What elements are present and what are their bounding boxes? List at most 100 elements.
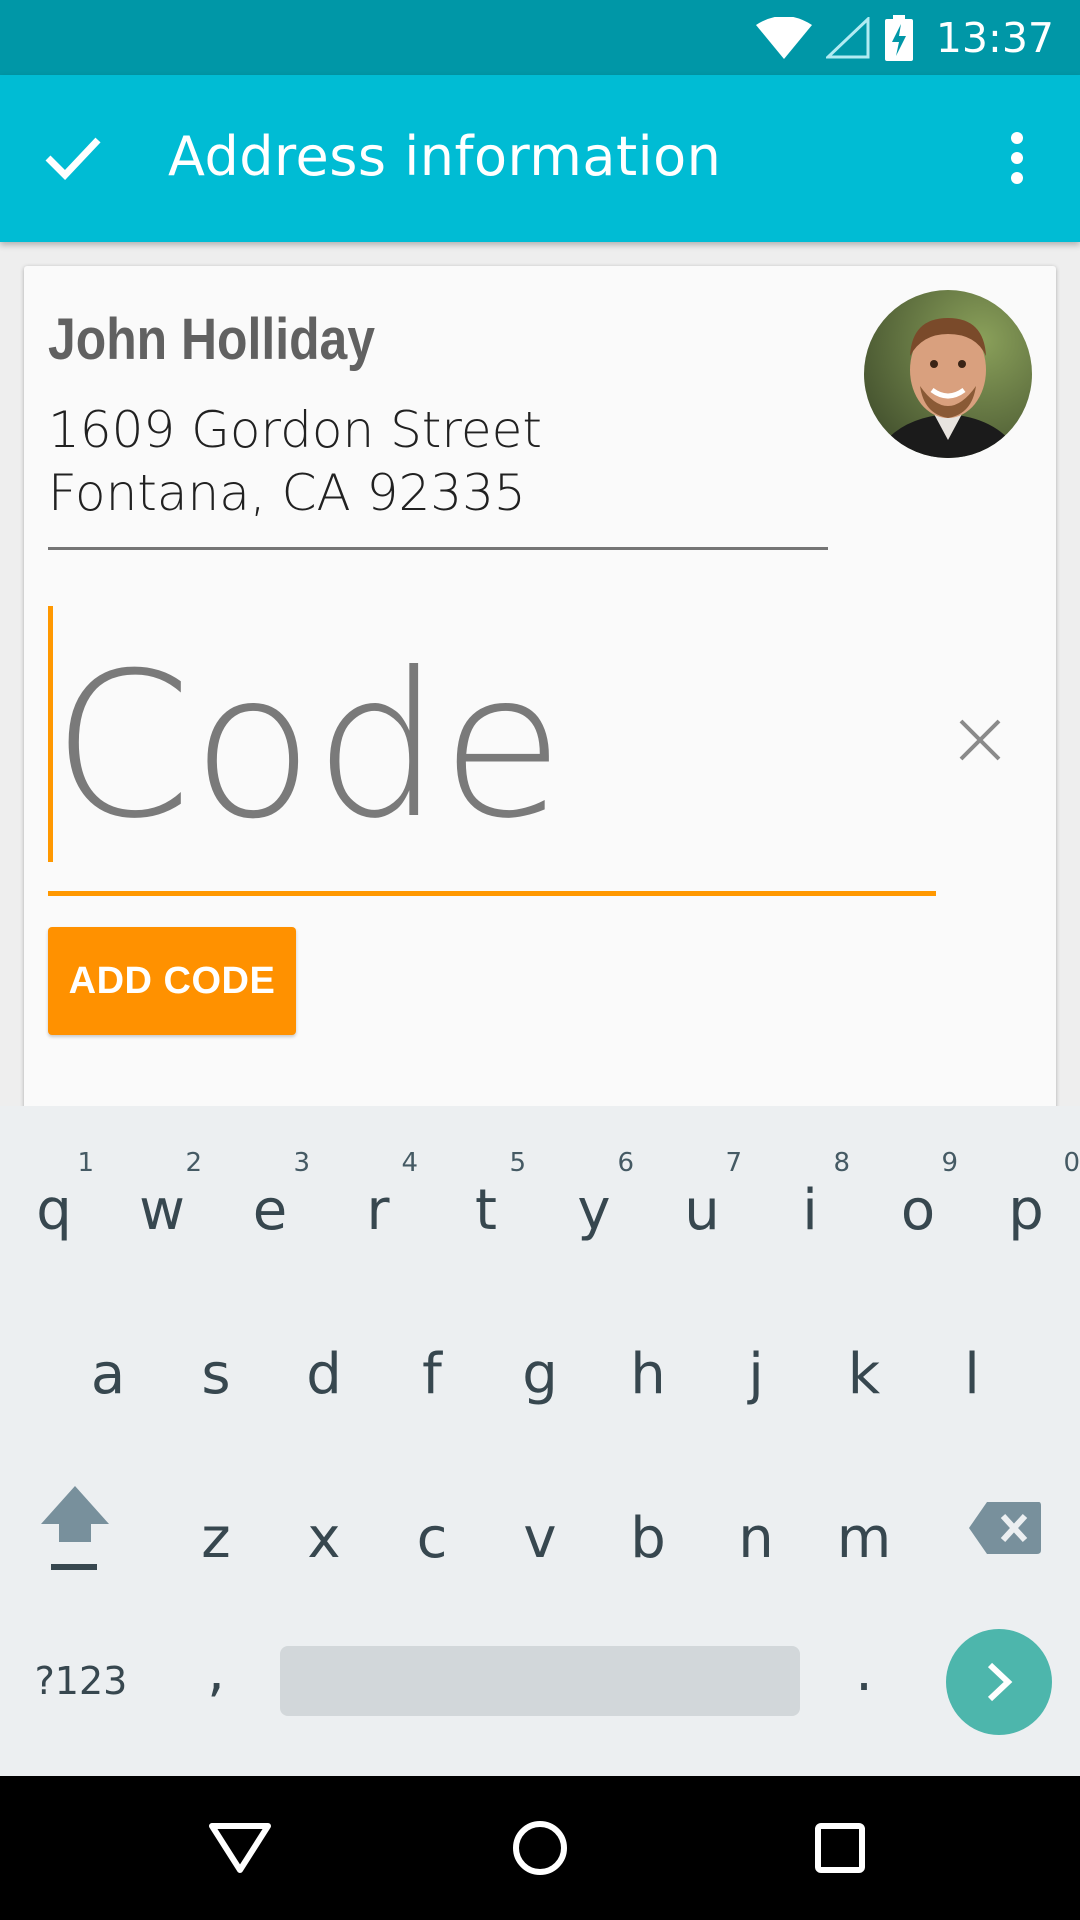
key-hint: 6 — [617, 1148, 634, 1178]
key-k[interactable]: k — [810, 1294, 918, 1434]
key-t[interactable]: 5t — [432, 1130, 540, 1270]
key-h[interactable]: h — [594, 1294, 702, 1434]
key-hint: 0 — [1063, 1148, 1080, 1178]
key-hint: 5 — [509, 1148, 526, 1178]
key-label: y — [577, 1177, 611, 1243]
key-label: h — [630, 1341, 666, 1407]
key-label: u — [684, 1177, 720, 1243]
back-triangle-icon — [209, 1823, 271, 1873]
avatar — [864, 290, 1032, 458]
status-clock: 13:37 — [935, 13, 1054, 62]
key-label: l — [964, 1341, 980, 1407]
key-label: . — [855, 1638, 873, 1704]
key-hint: 1 — [77, 1148, 94, 1178]
key-m[interactable]: m — [810, 1458, 918, 1598]
key-j[interactable]: j — [702, 1294, 810, 1434]
check-icon — [45, 137, 101, 180]
key-g[interactable]: g — [486, 1294, 594, 1434]
app-bar: Address information — [0, 75, 1080, 242]
key-n[interactable]: n — [702, 1458, 810, 1598]
symbols-key[interactable]: ?123 — [26, 1611, 136, 1751]
page-title: Address information — [168, 125, 722, 188]
comma-key[interactable]: , — [162, 1601, 270, 1741]
key-y[interactable]: 6y — [540, 1130, 648, 1270]
key-label: w — [139, 1177, 185, 1243]
backspace-key[interactable] — [950, 1458, 1060, 1598]
contact-name: John Holliday — [48, 307, 376, 372]
clear-code-button[interactable] — [950, 710, 1010, 770]
key-hint: 7 — [725, 1148, 742, 1178]
key-label: e — [252, 1177, 288, 1243]
key-label: , — [207, 1638, 225, 1704]
key-label: ?123 — [34, 1659, 128, 1703]
key-label: x — [307, 1505, 341, 1571]
key-label: c — [416, 1505, 448, 1571]
key-label: r — [366, 1177, 390, 1243]
key-label: v — [523, 1505, 557, 1571]
overflow-menu-button[interactable] — [982, 115, 1052, 201]
battery-charging-icon — [884, 14, 914, 61]
key-v[interactable]: v — [486, 1458, 594, 1598]
key-d[interactable]: d — [270, 1294, 378, 1434]
key-label: n — [738, 1505, 774, 1571]
key-label: b — [630, 1505, 666, 1571]
key-label: i — [802, 1177, 818, 1243]
key-label: k — [847, 1341, 881, 1407]
key-hint: 3 — [293, 1148, 310, 1178]
key-hint: 8 — [833, 1148, 850, 1178]
code-input[interactable] — [52, 606, 932, 866]
address-line-1: 1609 Gordon Street — [48, 401, 542, 459]
period-key[interactable]: . — [810, 1601, 918, 1741]
chevron-right-icon — [987, 1662, 1013, 1702]
key-label: s — [201, 1341, 231, 1407]
key-label: j — [748, 1341, 764, 1407]
confirm-button[interactable] — [30, 115, 116, 201]
add-code-button[interactable]: ADD CODE — [48, 927, 296, 1035]
key-b[interactable]: b — [594, 1458, 702, 1598]
key-i[interactable]: 8i — [756, 1130, 864, 1270]
recents-button[interactable] — [790, 1798, 890, 1898]
next-key[interactable] — [946, 1629, 1052, 1735]
key-label: z — [201, 1505, 231, 1571]
key-u[interactable]: 7u — [648, 1130, 756, 1270]
key-hint: 4 — [401, 1148, 418, 1178]
home-button[interactable] — [490, 1798, 590, 1898]
key-l[interactable]: l — [918, 1294, 1026, 1434]
address-line-2: Fontana, CA 92335 — [48, 464, 526, 522]
key-label: p — [1008, 1177, 1044, 1243]
cell-signal-icon — [825, 16, 870, 59]
key-label: d — [306, 1341, 342, 1407]
key-z[interactable]: z — [162, 1458, 270, 1598]
back-button[interactable] — [190, 1798, 290, 1898]
space-key[interactable] — [280, 1646, 800, 1716]
key-hint: 2 — [185, 1148, 202, 1178]
key-q[interactable]: 1q — [0, 1130, 108, 1270]
wifi-icon — [755, 16, 812, 59]
key-s[interactable]: s — [162, 1294, 270, 1434]
key-label: o — [900, 1177, 936, 1243]
close-icon — [959, 719, 1001, 761]
address-divider — [48, 547, 828, 550]
key-f[interactable]: f — [378, 1294, 486, 1434]
recents-square-icon — [815, 1823, 865, 1873]
code-field[interactable] — [48, 606, 938, 866]
key-label: f — [422, 1341, 442, 1407]
key-c[interactable]: c — [378, 1458, 486, 1598]
key-x[interactable]: x — [270, 1458, 378, 1598]
more-vert-icon — [1011, 132, 1023, 184]
key-label: t — [475, 1177, 497, 1243]
shift-key[interactable] — [20, 1458, 130, 1598]
key-label: g — [522, 1341, 558, 1407]
home-circle-icon — [513, 1821, 567, 1875]
key-r[interactable]: 4r — [324, 1130, 432, 1270]
key-e[interactable]: 3e — [216, 1130, 324, 1270]
status-bar: 13:37 — [0, 0, 1080, 75]
key-p[interactable]: 0p — [972, 1130, 1080, 1270]
key-o[interactable]: 9o — [864, 1130, 972, 1270]
key-a[interactable]: a — [54, 1294, 162, 1434]
shift-icon — [41, 1486, 109, 1570]
soft-keyboard: 1q 2w 3e 4r 5t 6y 7u 8i 9o 0p a s d f g … — [0, 1106, 1080, 1776]
address-card: John Holliday 1609 Gordon Street Fontana… — [24, 266, 1056, 1126]
key-w[interactable]: 2w — [108, 1130, 216, 1270]
key-label: a — [90, 1341, 126, 1407]
